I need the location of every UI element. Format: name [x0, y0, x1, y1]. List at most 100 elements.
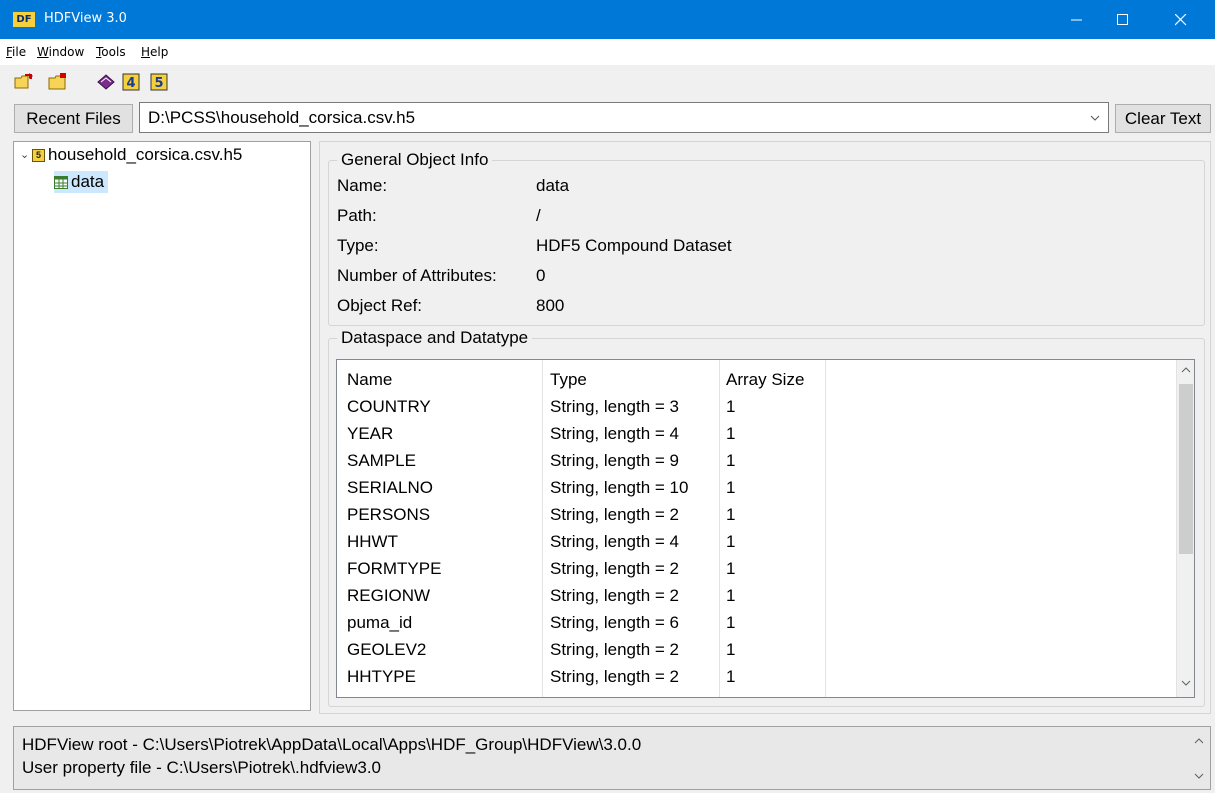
- table-cell-name[interactable]: REGIONW: [347, 586, 430, 606]
- column-divider: [719, 360, 720, 697]
- table-cell-type[interactable]: String, length = 6: [550, 613, 679, 633]
- table-cell-type[interactable]: String, length = 4: [550, 424, 679, 444]
- table-cell-array-size[interactable]: 1: [726, 451, 735, 471]
- tree-item-file[interactable]: ⌄ 5 household_corsica.csv.h5: [20, 144, 242, 166]
- info-value-type: HDF5 Compound Dataset: [536, 236, 732, 255]
- column-header[interactable]: Array Size: [726, 370, 804, 390]
- svg-text:4: 4: [126, 76, 135, 91]
- table-cell-name[interactable]: SERIALNO: [347, 478, 433, 498]
- table-cell-name[interactable]: GEOLEV2: [347, 640, 426, 660]
- datatype-table[interactable]: Name Type Array Size COUNTRY String, length …: [336, 359, 1195, 698]
- info-label: Name:: [337, 176, 388, 195]
- table-cell-name[interactable]: SAMPLE: [347, 451, 416, 471]
- scroll-down-icon[interactable]: [1194, 773, 1204, 780]
- clear-text-button[interactable]: Clear Text: [1115, 104, 1211, 133]
- vertical-scrollbar[interactable]: [1176, 360, 1194, 697]
- svg-text:5: 5: [154, 76, 163, 91]
- info-label: Path:: [337, 206, 377, 225]
- info-value-object-ref: 800: [536, 296, 565, 315]
- table-cell-name[interactable]: PERSONS: [347, 505, 430, 525]
- minimize-icon: [1071, 19, 1082, 21]
- file-path-combo[interactable]: D:\PCSS\household_corsica.csv.h5: [139, 102, 1109, 133]
- toolbar: 4 5: [0, 65, 1215, 99]
- table-cell-array-size[interactable]: 1: [726, 532, 735, 552]
- column-header[interactable]: Type: [550, 370, 587, 390]
- window-title: HDFView 3.0: [44, 11, 127, 26]
- tree-item-dataset-label: data: [71, 172, 105, 191]
- table-cell-name[interactable]: YEAR: [347, 424, 393, 444]
- menu-tools[interactable]: Tools: [96, 45, 126, 59]
- info-label: Number of Attributes:: [337, 266, 497, 285]
- table-cell-array-size[interactable]: 1: [726, 586, 735, 606]
- table-cell-type[interactable]: String, length = 2: [550, 667, 679, 687]
- table-cell-array-size[interactable]: 1: [726, 694, 735, 697]
- table-cell-type[interactable]: String, length = 9: [550, 451, 679, 471]
- column-divider: [542, 360, 543, 697]
- open-folder-icon[interactable]: [48, 73, 68, 91]
- status-line-property-file: User property file - C:\Users\Piotrek\.h…: [22, 758, 382, 777]
- hdf4-library-icon[interactable]: 4: [122, 73, 142, 91]
- group-title: General Object Info: [337, 150, 493, 170]
- table-cell-array-size[interactable]: 1: [726, 667, 735, 687]
- scroll-up-icon[interactable]: [1194, 737, 1204, 744]
- scroll-down-icon[interactable]: [1181, 680, 1191, 687]
- table-cell-type[interactable]: String, length = 2: [550, 586, 679, 606]
- title-bar: DF HDFView 3.0: [0, 0, 1215, 39]
- file-tree[interactable]: ⌄ 5 household_corsica.csv.h5 data: [13, 141, 311, 711]
- menu-file[interactable]: File: [6, 45, 26, 59]
- table-cell-name[interactable]: PERNUM: [347, 694, 421, 697]
- users-guide-icon[interactable]: [96, 73, 116, 91]
- table-cell-array-size[interactable]: 1: [726, 397, 735, 417]
- recent-files-button[interactable]: Recent Files: [14, 104, 133, 133]
- file-path-value: D:\PCSS\household_corsica.csv.h5: [148, 108, 416, 127]
- table-cell-array-size[interactable]: 1: [726, 640, 735, 660]
- compound-dataset-icon: [54, 176, 68, 190]
- table-cell-array-size[interactable]: 1: [726, 559, 735, 579]
- table-cell-name[interactable]: HHWT: [347, 532, 398, 552]
- table-cell-name[interactable]: puma_id: [347, 613, 412, 633]
- table-cell-type[interactable]: String, length = 4: [550, 694, 679, 697]
- close-button[interactable]: [1146, 0, 1215, 39]
- hdf5-library-icon[interactable]: 5: [150, 73, 170, 91]
- maximize-icon: [1117, 14, 1128, 25]
- scroll-up-icon[interactable]: [1181, 366, 1191, 373]
- hdf5-file-icon: 5: [32, 149, 45, 163]
- table-cell-name[interactable]: COUNTRY: [347, 397, 431, 417]
- scrollbar-thumb[interactable]: [1179, 384, 1193, 554]
- hdfview-app-icon: DF: [13, 12, 35, 27]
- chevron-down-icon[interactable]: [1090, 115, 1100, 122]
- column-header[interactable]: Name: [347, 370, 392, 390]
- table-cell-name[interactable]: HHTYPE: [347, 667, 416, 687]
- table-cell-type[interactable]: String, length = 2: [550, 640, 679, 660]
- info-value-path: /: [536, 206, 541, 225]
- table-cell-array-size[interactable]: 1: [726, 613, 735, 633]
- menu-window[interactable]: Window: [37, 45, 84, 59]
- minimize-button[interactable]: [1054, 0, 1100, 39]
- general-object-info-group: General Object Info Name: data Path: / T…: [328, 150, 1205, 326]
- table-cell-type[interactable]: String, length = 10: [550, 478, 688, 498]
- column-divider: [825, 360, 826, 697]
- open-file-icon[interactable]: [14, 73, 34, 91]
- table-cell-name[interactable]: FORMTYPE: [347, 559, 441, 579]
- table-cell-type[interactable]: String, length = 2: [550, 559, 679, 579]
- expand-chevron-icon[interactable]: ⌄: [20, 144, 32, 166]
- tree-item-dataset[interactable]: data: [54, 171, 109, 193]
- menu-help[interactable]: Help: [141, 45, 168, 59]
- info-value-attributes: 0: [536, 266, 546, 285]
- table-cell-array-size[interactable]: 1: [726, 505, 735, 525]
- close-icon: [1175, 14, 1187, 26]
- table-cell-type[interactable]: String, length = 3: [550, 397, 679, 417]
- table-cell-array-size[interactable]: 1: [726, 478, 735, 498]
- maximize-button[interactable]: [1100, 0, 1146, 39]
- status-line-root: HDFView root - C:\Users\Piotrek\AppData\…: [22, 735, 642, 754]
- table-cell-type[interactable]: String, length = 4: [550, 532, 679, 552]
- table-cell-type[interactable]: String, length = 2: [550, 505, 679, 525]
- dataspace-datatype-group: Dataspace and Datatype Name Type Array Siz…: [328, 328, 1205, 707]
- menu-bar: File Window Tools Help: [0, 39, 1215, 65]
- info-label: Type:: [337, 236, 379, 255]
- tree-item-file-label: household_corsica.csv.h5: [48, 145, 243, 164]
- info-value-name: data: [536, 176, 570, 195]
- group-title: Dataspace and Datatype: [337, 328, 533, 348]
- status-panel: HDFView root - C:\Users\Piotrek\AppData\…: [13, 726, 1211, 790]
- table-cell-array-size[interactable]: 1: [726, 424, 735, 444]
